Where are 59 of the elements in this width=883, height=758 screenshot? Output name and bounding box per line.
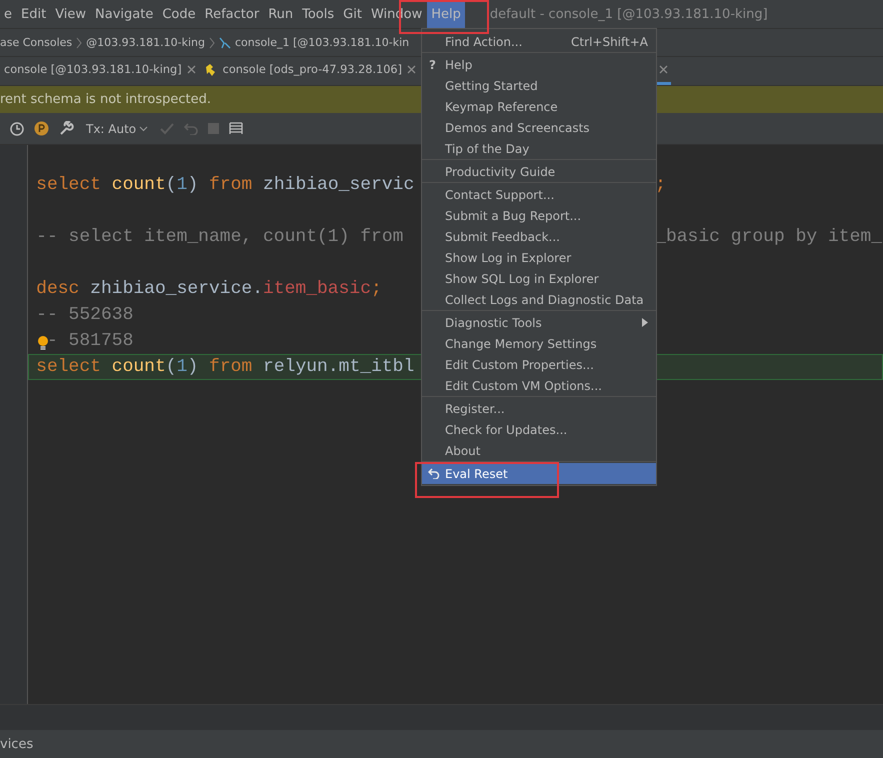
- menu-item[interactable]: Find Action... Ctrl+Shift+A: [422, 31, 656, 52]
- menu-item[interactable]: Demos and Screencasts: [422, 117, 656, 138]
- menu-item[interactable]: Tools: [298, 0, 338, 28]
- caret-icon: [139, 126, 148, 132]
- p-badge-icon[interactable]: [34, 121, 49, 136]
- close-icon[interactable]: [659, 65, 668, 74]
- code-line: -- select item_name, count(1) from: [36, 227, 404, 247]
- breadcrumb-item[interactable]: @103.93.181.10-king: [86, 36, 205, 49]
- menu-item[interactable]: View: [51, 0, 90, 28]
- menu-item[interactable]: Check for Updates...: [422, 419, 656, 440]
- editor-tab[interactable]: console [@103.93.181.10-king]: [0, 57, 200, 85]
- breadcrumb-item[interactable]: ase Consoles: [0, 36, 72, 49]
- lightbulb-icon[interactable]: [37, 335, 50, 351]
- menu-item[interactable]: Contact Support...: [422, 184, 656, 205]
- menu-item[interactable]: Show SQL Log in Explorer: [422, 268, 656, 289]
- console-icon: [218, 36, 231, 49]
- menu-item[interactable]: Submit a Bug Report...: [422, 205, 656, 226]
- chevron-icon: [76, 36, 82, 48]
- wrench-icon[interactable]: [59, 121, 74, 136]
- stop-icon[interactable]: [208, 123, 220, 134]
- menu-item[interactable]: Tip of the Day: [422, 138, 656, 159]
- menu-item[interactable]: Eval Reset: [422, 463, 656, 484]
- transaction-mode-dropdown[interactable]: Tx: Auto: [84, 122, 150, 136]
- chevron-icon: [208, 36, 215, 48]
- menu-item[interactable]: Diagnostic Tools: [422, 312, 656, 333]
- code-line: _basic group by item_: [655, 227, 882, 247]
- window-title: default - console_1 [@103.93.181.10-king]: [490, 6, 768, 22]
- menu-item[interactable]: Navigate: [91, 0, 158, 28]
- breadcrumb-item[interactable]: console_1 [@103.93.181.10-kin: [234, 36, 410, 49]
- status-bar-text[interactable]: vices: [0, 736, 34, 752]
- menu-item[interactable]: ? Help: [422, 54, 656, 75]
- menu-item[interactable]: Change Memory Settings: [422, 333, 656, 354]
- menu-item[interactable]: Git: [339, 0, 366, 28]
- menu-item[interactable]: Collect Logs and Diagnostic Data: [422, 289, 656, 310]
- close-icon[interactable]: [186, 65, 196, 74]
- code-line: select count(1) from relyun.mt_itbl: [36, 357, 414, 377]
- menu-item[interactable]: Edit Custom Properties...: [422, 354, 656, 375]
- menu-item[interactable]: Refactor: [200, 0, 264, 28]
- editor-tab[interactable]: console [ods_pro-47.93.28.106]: [200, 57, 420, 85]
- menu-item[interactable]: Show Log in Explorer: [422, 247, 656, 268]
- menu-item[interactable]: About: [422, 440, 656, 461]
- code-line: -- 552638: [36, 305, 134, 325]
- undo-icon[interactable]: [184, 122, 198, 135]
- code-line: ;: [655, 175, 666, 195]
- menu-item[interactable]: Submit Feedback...: [422, 226, 656, 247]
- undo-icon: [428, 468, 440, 479]
- code-line: select count(1) from zhibiao_servic: [36, 175, 414, 195]
- menu-item[interactable]: Register...: [422, 398, 656, 419]
- menu-item[interactable]: Code: [158, 0, 200, 28]
- close-icon[interactable]: [407, 65, 416, 74]
- menu-item[interactable]: Edit: [17, 0, 50, 28]
- menu-item[interactable]: Productivity Guide: [422, 161, 656, 182]
- clock-icon[interactable]: [10, 122, 24, 136]
- menu-item[interactable]: e: [0, 0, 16, 28]
- check-icon[interactable]: [160, 122, 174, 134]
- table-icon[interactable]: [229, 122, 244, 135]
- code-line: desc zhibiao_service.item_basic;: [36, 279, 382, 299]
- menu-item[interactable]: Edit Custom VM Options...: [422, 375, 656, 396]
- menu-item[interactable]: Run: [264, 0, 298, 28]
